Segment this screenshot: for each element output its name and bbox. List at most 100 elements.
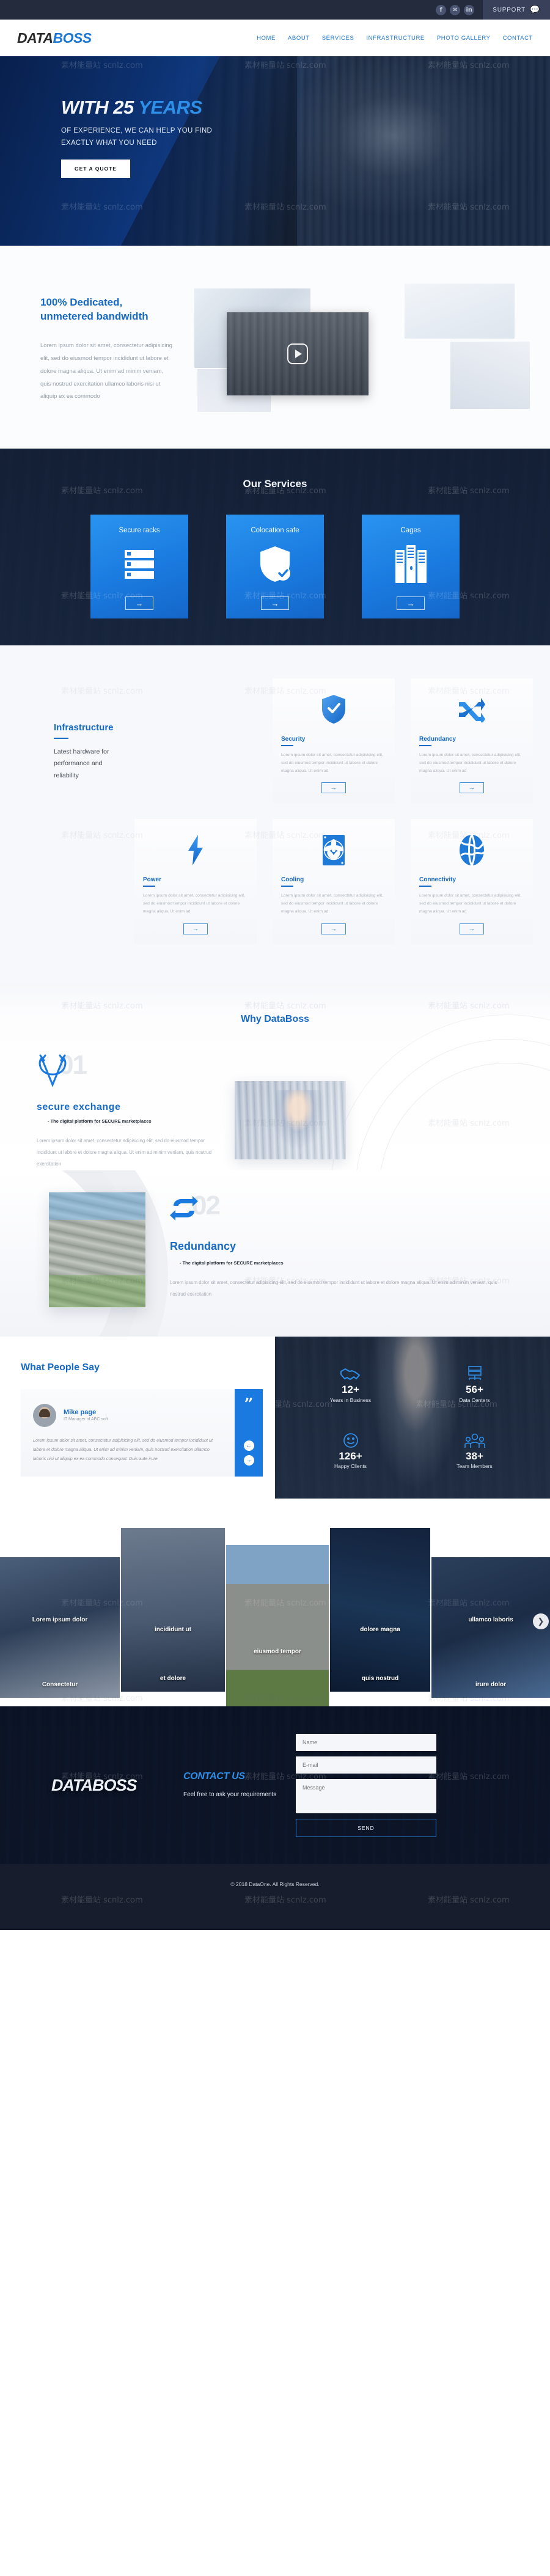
linkedin-icon[interactable]: in xyxy=(464,4,475,15)
infrastructure-cards-grid: Security Lorem ipsum dolor sit amet, con… xyxy=(134,678,533,944)
contact-subtitle: Feel free to ask your requirements xyxy=(183,1791,277,1798)
testimonial-nav: ” ← → xyxy=(235,1389,263,1477)
redundancy-loop-icon xyxy=(170,1195,198,1225)
gallery-caption: incididunt ut xyxy=(155,1626,191,1634)
hero-title: WITH 25 YEARS xyxy=(61,98,550,117)
why-item-subheading: - The digital platform for SECURE market… xyxy=(180,1260,284,1266)
testimonial-card: Mike page IT Manager of ABC soft Lorem i… xyxy=(21,1389,235,1477)
title-underline xyxy=(143,886,155,887)
nav-item-about[interactable]: ABOUT xyxy=(288,35,310,42)
twitter-icon[interactable]: ✉ xyxy=(450,4,461,15)
infra-card-title: Redundancy xyxy=(419,736,457,743)
lightning-bolt-icon xyxy=(186,832,205,868)
testimonial-author-name: Mike page xyxy=(64,1409,97,1417)
infra-arrow-button[interactable]: → xyxy=(183,923,208,934)
why-item-body: Lorem ipsum dolor sit amet, consectetur … xyxy=(170,1279,497,1297)
shield-check-icon xyxy=(321,692,346,727)
stat-years-in-business: 12+ Years in Business xyxy=(288,1351,413,1418)
hero-subtitle-line2: EXACTLY WHAT YOU NEED xyxy=(61,139,157,147)
email-input[interactable] xyxy=(296,1756,436,1774)
infrastructure-title: Infrastructure xyxy=(54,722,114,733)
server-stack-icon xyxy=(466,1366,483,1382)
hero-subtitle-line1: OF EXPERIENCE, WE CAN HELP YOU FIND xyxy=(61,127,213,134)
infra-card-title: Cooling xyxy=(281,876,304,884)
facebook-icon[interactable]: f xyxy=(436,4,447,15)
stat-happy-clients: 126+ Happy Clients xyxy=(288,1418,413,1484)
infra-arrow-button[interactable]: → xyxy=(460,782,484,794)
title-underline xyxy=(419,886,431,887)
dedicated-title-line2: unmetered bandwidth xyxy=(40,310,148,322)
gallery-item[interactable]: Lorem ipsum dolor Consectetur xyxy=(0,1557,120,1698)
gallery-caption: ullamco laboris xyxy=(468,1616,513,1624)
why-item-image xyxy=(235,1081,346,1159)
why-item-body: Lorem ipsum dolor sit amet, consectetur … xyxy=(37,1137,212,1167)
service-arrow-button[interactable]: → xyxy=(125,596,153,610)
stat-label: Happy Clients xyxy=(334,1463,367,1470)
infra-card-cooling[interactable]: Cooling Lorem ipsum dolor sit amet, cons… xyxy=(273,819,395,944)
play-button-icon[interactable] xyxy=(287,343,308,364)
infra-card-body: Lorem ipsum dolor sit amet, consectetur … xyxy=(143,893,245,914)
service-arrow-button[interactable]: → xyxy=(397,596,425,610)
footer: © 2018 DataOne. All Rights Reserved. 素材能… xyxy=(0,1864,550,1931)
smiley-face-icon xyxy=(343,1433,359,1448)
nav-item-infrastructure[interactable]: INFRASTRUCTURE xyxy=(366,35,424,42)
service-card-secure-racks[interactable]: Secure racks → xyxy=(90,515,188,618)
shield-check-icon xyxy=(258,544,292,584)
redundancy-section: 02 Redundancy - The digital platform for… xyxy=(0,1170,550,1337)
server-cabinets-icon xyxy=(395,544,427,584)
shuffle-arrows-icon xyxy=(457,692,486,727)
testimonial-next-button[interactable]: → xyxy=(243,1455,254,1466)
send-button[interactable]: SEND xyxy=(296,1818,436,1837)
why-item-heading: Redundancy xyxy=(170,1239,237,1252)
support-button[interactable]: SUPPORT 💬 xyxy=(483,0,550,20)
testimonials-panel: What People Say Mike page IT Manager of … xyxy=(0,1336,275,1499)
testimonial-prev-button[interactable]: ← xyxy=(243,1440,254,1451)
infra-card-security[interactable]: Security Lorem ipsum dolor sit amet, con… xyxy=(273,678,395,804)
fan-icon xyxy=(322,832,345,868)
gallery-item[interactable]: dolore magna quis nostrud xyxy=(330,1528,430,1692)
stat-value: 56+ xyxy=(466,1383,483,1395)
nav-item-services[interactable]: SERVICES xyxy=(322,35,354,42)
gallery-caption: quis nostrud xyxy=(361,1675,399,1682)
infra-card-redundancy[interactable]: Redundancy Lorem ipsum dolor sit amet, c… xyxy=(411,678,533,804)
get-a-quote-button[interactable]: GET A QUOTE xyxy=(61,160,130,178)
infra-arrow-button[interactable]: → xyxy=(321,923,346,934)
stat-value: 126+ xyxy=(339,1450,362,1462)
team-people-icon xyxy=(464,1433,485,1448)
gallery-item[interactable]: incididunt ut et dolore xyxy=(121,1528,225,1692)
stats-panel: 12+ Years in Business 56+ Data Centers 1… xyxy=(275,1336,550,1499)
stat-data-centers: 56+ Data Centers xyxy=(413,1351,537,1418)
infra-card-connectivity[interactable]: Connectivity Lorem ipsum dolor sit amet,… xyxy=(411,819,533,944)
nav-item-home[interactable]: HOME xyxy=(257,35,276,42)
nav-item-photo-gallery[interactable]: PHOTO GALLERY xyxy=(437,35,491,42)
contact-form: SEND xyxy=(296,1733,436,1837)
why-title: Why DataBoss xyxy=(240,1013,310,1024)
infra-arrow-button[interactable]: → xyxy=(460,923,484,934)
nav-item-contact[interactable]: CONTACT xyxy=(503,35,533,42)
stat-value: 12+ xyxy=(342,1383,359,1395)
hero-title-accent: YEARS xyxy=(138,97,202,118)
stat-label: Data Centers xyxy=(459,1396,490,1403)
stat-team-members: 38+ Team Members xyxy=(413,1418,537,1484)
message-input[interactable] xyxy=(296,1778,436,1813)
secure-exchange-icon xyxy=(37,1054,68,1092)
gallery-item[interactable]: ullamco laboris irure dolor xyxy=(431,1557,550,1698)
site-logo[interactable]: DATABOSS xyxy=(17,30,92,46)
service-label: Colocation safe xyxy=(251,527,299,534)
topbar: f ✉ in SUPPORT 💬 xyxy=(0,0,550,20)
dedicated-title-line1: 100% Dedicated, xyxy=(40,296,123,308)
service-arrow-button[interactable]: → xyxy=(261,596,289,610)
copyright-text: © 2018 DataOne. All Rights Reserved. xyxy=(230,1881,320,1888)
dedicated-media-collage xyxy=(179,284,533,412)
logo-text-data: DATA xyxy=(17,29,53,46)
gallery-item[interactable]: eiusmod tempor xyxy=(226,1545,329,1707)
name-input[interactable] xyxy=(296,1733,436,1751)
quote-mark-icon: ” xyxy=(244,1395,254,1414)
service-card-cages[interactable]: Cages → xyxy=(362,515,460,618)
title-underline xyxy=(281,886,293,887)
service-card-colocation-safe[interactable]: Colocation safe → xyxy=(226,515,324,618)
promo-video-thumbnail[interactable] xyxy=(227,312,369,395)
infra-arrow-button[interactable]: → xyxy=(321,782,346,794)
main-navigation: DATABOSS HOME ABOUT SERVICES INFRASTRUCT… xyxy=(0,20,550,56)
infra-card-power[interactable]: Power Lorem ipsum dolor sit amet, consec… xyxy=(134,819,257,944)
